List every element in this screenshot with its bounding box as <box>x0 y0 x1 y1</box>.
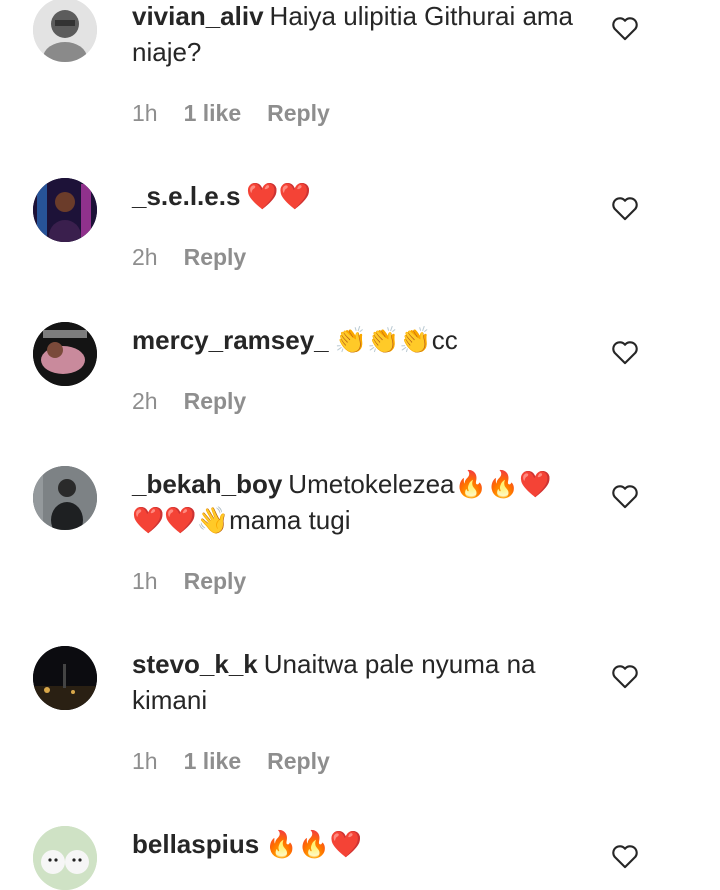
reply-button[interactable]: Reply <box>184 388 247 415</box>
comment-username[interactable]: _s.e.l.e.s <box>132 181 240 211</box>
avatar-image <box>33 0 97 62</box>
comment-username[interactable]: mercy_ramsey_ <box>132 325 329 355</box>
comment-text: _s.e.l.e.s ❤️❤️ <box>132 178 582 214</box>
avatar-image <box>33 322 97 386</box>
comment-text: mercy_ramsey_ 👏👏👏cc <box>132 322 582 358</box>
comment-time: 1h <box>132 568 158 594</box>
comment-meta: 2h Reply <box>132 244 246 271</box>
heart-outline-icon[interactable] <box>611 483 639 509</box>
avatar-image <box>33 466 97 530</box>
comment-body: 👏👏👏cc <box>334 325 458 355</box>
heart-outline-icon[interactable] <box>611 15 639 41</box>
avatar[interactable] <box>33 178 97 242</box>
avatar[interactable] <box>33 646 97 710</box>
reply-button[interactable]: Reply <box>267 100 330 127</box>
comment-meta: 2h Reply <box>132 388 246 415</box>
heart-outline-icon[interactable] <box>611 843 639 869</box>
comment-text: bellaspius 🔥🔥❤️ <box>132 826 582 862</box>
avatar-image <box>33 826 97 890</box>
reply-button[interactable]: Reply <box>267 748 330 775</box>
comment-username[interactable]: bellaspius <box>132 829 259 859</box>
comment-text: stevo_k_k Unaitwa pale nyuma na kimani <box>132 646 582 718</box>
comment-meta: 1h Reply <box>132 568 246 595</box>
avatar[interactable] <box>33 0 97 62</box>
comment-meta: 1h 1 like Reply <box>132 748 330 775</box>
avatar[interactable] <box>33 826 97 890</box>
comment-username[interactable]: vivian_aliv <box>132 1 264 31</box>
avatar[interactable] <box>33 466 97 530</box>
reply-button[interactable]: Reply <box>184 244 247 271</box>
heart-outline-icon[interactable] <box>611 339 639 365</box>
comment-meta: 1h 1 like Reply <box>132 100 330 127</box>
comment-likes[interactable]: 1 like <box>184 100 242 127</box>
comment-time: 2h <box>132 244 158 270</box>
comment-time: 1h <box>132 748 158 774</box>
comment-text: _bekah_boy Umetokelezea🔥🔥❤️❤️❤️👋mama tugi <box>132 466 582 538</box>
heart-outline-icon[interactable] <box>611 663 639 689</box>
comment-body: 🔥🔥❤️ <box>265 829 363 859</box>
comment-text: vivian_aliv Haiya ulipitia Githurai ama n… <box>132 0 582 70</box>
avatar-image <box>33 178 97 242</box>
comment-time: 2h <box>132 388 158 414</box>
heart-outline-icon[interactable] <box>611 195 639 221</box>
comment-likes[interactable]: 1 like <box>184 748 242 775</box>
comment-body: ❤️❤️ <box>246 181 312 211</box>
reply-button[interactable]: Reply <box>184 568 247 595</box>
comment-time: 1h <box>132 100 158 126</box>
comment-username[interactable]: _bekah_boy <box>132 469 282 499</box>
avatar-image <box>33 646 97 710</box>
comment-username[interactable]: stevo_k_k <box>132 649 258 679</box>
avatar[interactable] <box>33 322 97 386</box>
